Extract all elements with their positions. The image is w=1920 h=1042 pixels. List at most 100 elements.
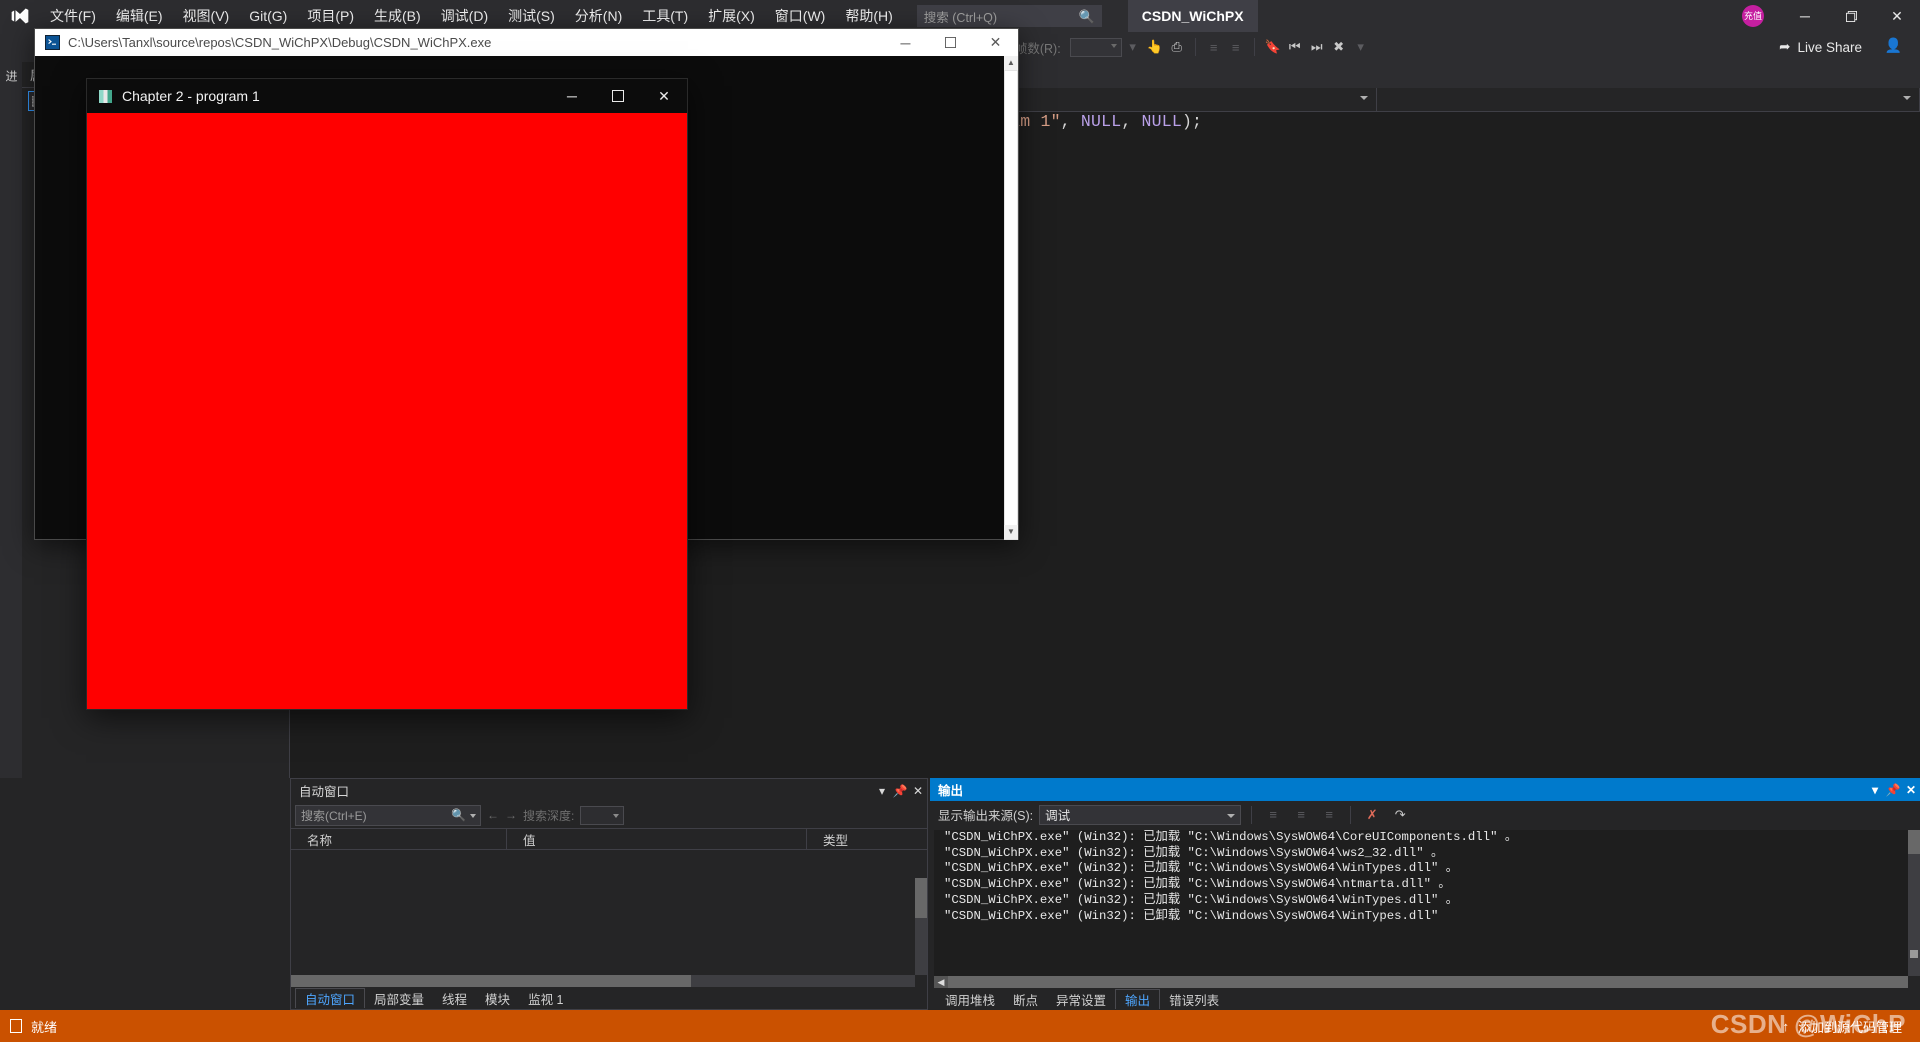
chevron-down-icon: [470, 813, 476, 818]
code-token: NULL: [1141, 112, 1182, 131]
output-line: "CSDN_WiChPX.exe" (Win32): 已卸载 "C:\Windo…: [944, 908, 1439, 923]
feedback-icon[interactable]: 👤: [1885, 37, 1902, 54]
close-icon[interactable]: ✕: [909, 784, 927, 798]
output-line: "CSDN_WiChPX.exe" (Win32): 已加载 "C:\Windo…: [944, 861, 1459, 876]
close-icon[interactable]: ✕: [1902, 783, 1920, 797]
window-minimize-button[interactable]: ─: [1782, 0, 1828, 32]
scrollbar-thumb[interactable]: [1908, 830, 1920, 854]
search-icon: 🔍: [451, 807, 466, 822]
dropdown-overflow-icon[interactable]: ▾: [1122, 36, 1144, 58]
output-source-select[interactable]: 调试: [1039, 804, 1242, 825]
column-header-value[interactable]: 值: [507, 828, 807, 850]
tab-exception-settings[interactable]: 异常设置: [1047, 989, 1115, 1009]
console-maximize-button[interactable]: [928, 29, 973, 56]
live-share-icon: ➦: [1779, 39, 1791, 54]
clear-bookmarks-icon[interactable]: ✖: [1328, 36, 1350, 58]
toolbar-divider-2: [1194, 38, 1196, 56]
output-source-label: 显示输出来源(S):: [938, 809, 1034, 823]
tab-output[interactable]: 输出: [1115, 989, 1161, 1009]
visual-studio-window: 文件(F) 编辑(E) 视图(V) Git(G) 项目(P) 生成(B) 调试(…: [0, 0, 1920, 1042]
output-text-area[interactable]: "CSDN_WiChPX.exe" (Win32): 已加载 "C:\Windo…: [934, 830, 1908, 988]
search-depth-label: 搜索深度:: [523, 808, 575, 823]
code-token: NULL: [1080, 112, 1122, 131]
code-token: );: [1181, 112, 1203, 131]
sidebar-item-toolbox[interactable]: 进: [0, 62, 23, 90]
toolbar-divider-2: [1350, 805, 1352, 824]
toggle-word-wrap-icon[interactable]: ↷: [1389, 804, 1411, 826]
go-to-next-message-icon: ≡: [1325, 807, 1333, 822]
avatar[interactable]: 充值: [1742, 5, 1764, 27]
autos-horizontal-scrollbar[interactable]: [291, 975, 915, 987]
show-next-statement-icon[interactable]: ⎙: [1166, 36, 1188, 58]
autos-rows-area[interactable]: [291, 878, 915, 975]
live-share-button[interactable]: ➦ Live Share: [1779, 32, 1862, 62]
scroll-up-arrow-icon[interactable]: ▲: [1004, 56, 1018, 70]
glfw-title-bar[interactable]: Chapter 2 - program 1 ─ ✕: [87, 79, 687, 113]
console-vertical-scrollbar[interactable]: ▲ ▼: [1004, 56, 1018, 540]
autos-search-input[interactable]: 搜索(Ctrl+E) 🔍: [295, 804, 481, 826]
output-line: "CSDN_WiChPX.exe" (Win32): 已加载 "C:\Windo…: [944, 845, 1444, 860]
output-pane-title: 输出: [938, 784, 964, 798]
search-depth-selector[interactable]: [580, 805, 625, 825]
chevron-down-icon[interactable]: ▾: [1866, 783, 1884, 797]
tab-breakpoints[interactable]: 断点: [1004, 989, 1047, 1009]
scrollbar-thumb[interactable]: [948, 976, 1908, 988]
tab-call-stack[interactable]: 调用堆栈: [936, 989, 1004, 1009]
window-close-button[interactable]: ✕: [1874, 0, 1920, 32]
autos-pane-title: 自动窗口: [299, 785, 350, 799]
console-minimize-button[interactable]: ─: [883, 29, 928, 56]
autos-column-headers: 名称 值 类型: [291, 828, 927, 850]
frames-to-capture-input[interactable]: [1069, 37, 1122, 57]
glfw-close-button[interactable]: ✕: [641, 79, 687, 113]
status-state-label: 就绪: [31, 1019, 58, 1035]
toolbar-divider: [1251, 805, 1253, 824]
chevron-down-icon[interactable]: ▾: [873, 784, 891, 798]
step-into-specific-icon[interactable]: 👆: [1144, 36, 1166, 58]
drag-handle[interactable]: [357, 790, 865, 791]
next-bookmark-icon[interactable]: ⏭: [1306, 36, 1328, 58]
global-search-input[interactable]: 搜索 (Ctrl+Q) 🔍: [916, 5, 1102, 27]
drag-handle[interactable]: [971, 789, 1858, 790]
search-prev-icon[interactable]: ←: [487, 808, 499, 822]
bottom-dock: 自动窗口 ▾ 📌 ✕ 搜索(Ctrl+E) 🔍 ← → 搜索深度: 名称 值 类…: [0, 778, 1920, 1010]
tab-watch-1[interactable]: 监视 1: [519, 988, 572, 1008]
scrollbar-thumb[interactable]: [1004, 70, 1018, 540]
scroll-left-arrow-icon[interactable]: ◀: [934, 976, 948, 988]
toggle-bookmark-icon[interactable]: 🔖: [1262, 36, 1284, 58]
scrollbar-thumb[interactable]: [291, 975, 691, 987]
previous-bookmark-icon[interactable]: ⏮: [1284, 36, 1306, 58]
search-next-icon[interactable]: →: [505, 808, 517, 822]
column-header-name[interactable]: 名称: [291, 828, 507, 850]
glfw-window-controls: ─ ✕: [549, 79, 687, 113]
scrollbar-thumb[interactable]: [915, 878, 927, 918]
output-vertical-scrollbar[interactable]: [1908, 830, 1920, 976]
status-bar-right[interactable]: ↑ 添加到源代码管理: [1782, 1017, 1902, 1036]
console-close-button[interactable]: ✕: [973, 29, 1018, 56]
glfw-application-window[interactable]: Chapter 2 - program 1 ─ ✕: [86, 78, 688, 710]
toolbar-overflow-icon[interactable]: ▾: [1350, 36, 1372, 58]
autos-pane: 自动窗口 ▾ 📌 ✕ 搜索(Ctrl+E) 🔍 ← → 搜索深度: 名称 值 类…: [290, 778, 928, 1010]
glfw-maximize-button[interactable]: [595, 79, 641, 113]
live-share-label: Live Share: [1797, 39, 1862, 55]
chevron-down-icon: [1902, 95, 1911, 100]
output-pane-title-bar: 输出 ▾ 📌 ✕: [930, 778, 1920, 801]
tab-threads[interactable]: 线程: [433, 988, 476, 1008]
column-header-type[interactable]: 类型: [807, 828, 927, 850]
opengl-render-canvas[interactable]: [87, 113, 687, 709]
navbar-member-dropdown[interactable]: [1377, 87, 1920, 112]
window-maximize-button[interactable]: [1828, 0, 1874, 32]
autos-vertical-scrollbar[interactable]: [915, 878, 927, 975]
glfw-minimize-button[interactable]: ─: [549, 79, 595, 113]
tab-error-list[interactable]: 错误列表: [1160, 989, 1228, 1009]
tab-locals[interactable]: 局部变量: [365, 988, 433, 1008]
console-title-bar[interactable]: C:\Users\Tanxl\source\repos\CSDN_WiChPX\…: [35, 29, 1018, 56]
go-to-previous-message-icon: ≡: [1297, 807, 1305, 822]
tab-modules[interactable]: 模块: [476, 988, 519, 1008]
pin-icon[interactable]: 📌: [1884, 783, 1902, 797]
pin-icon[interactable]: 📌: [891, 784, 909, 798]
autos-search-row: 搜索(Ctrl+E) 🔍 ← → 搜索深度:: [291, 802, 927, 828]
clear-all-icon[interactable]: ✗: [1361, 804, 1383, 826]
tab-autos[interactable]: 自动窗口: [295, 988, 366, 1008]
scroll-down-arrow-icon[interactable]: ▼: [1004, 525, 1018, 539]
output-horizontal-scrollbar[interactable]: ◀: [934, 976, 1908, 988]
